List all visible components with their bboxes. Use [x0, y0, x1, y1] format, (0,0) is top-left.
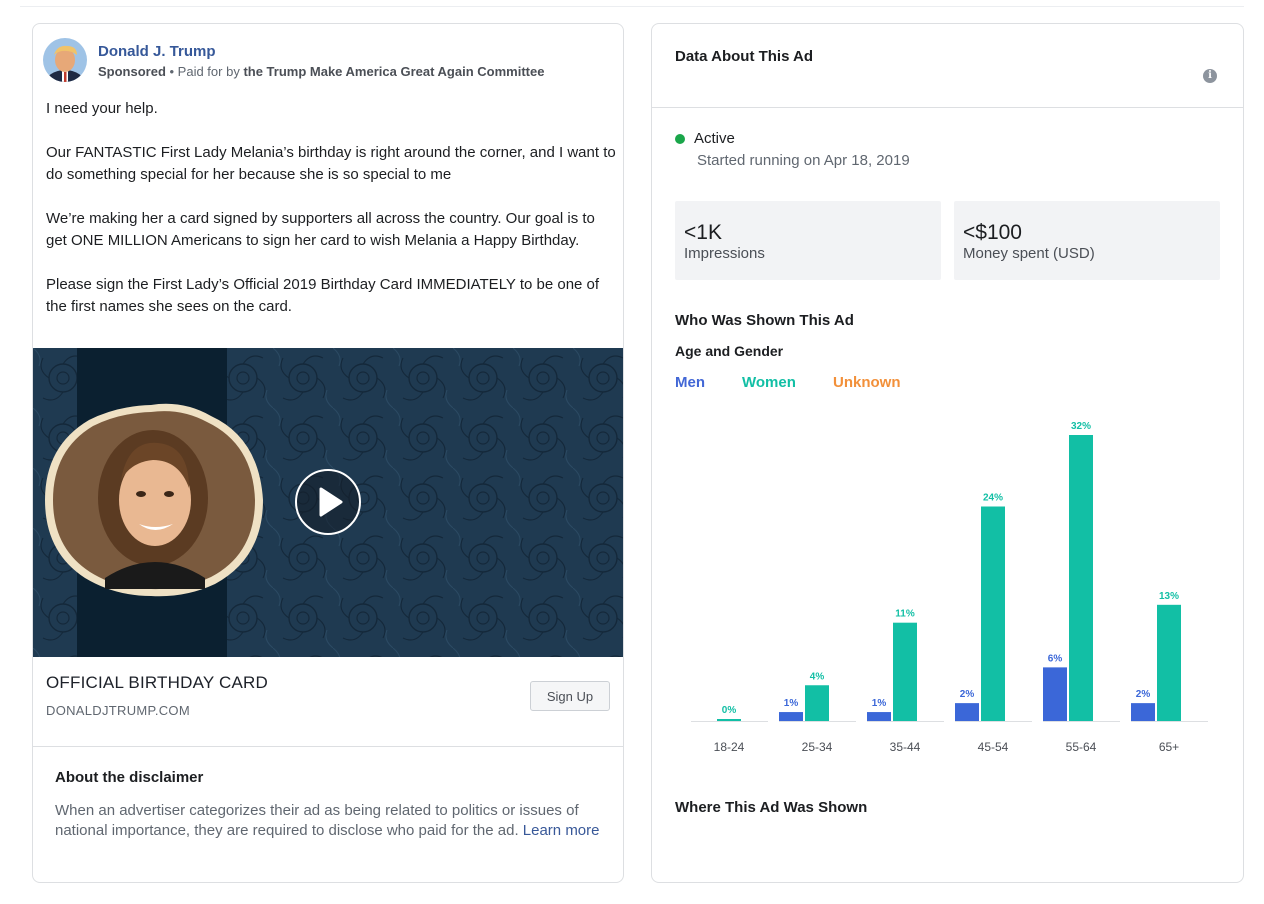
bar-men-25-34 — [779, 712, 803, 721]
x-tick-label: 65+ — [1159, 740, 1179, 754]
play-icon — [319, 487, 343, 517]
spend-label: Money spent (USD) — [963, 245, 1095, 262]
data-label: 32% — [1071, 421, 1091, 432]
impressions-label: Impressions — [684, 245, 765, 262]
ad-paragraph: We’re making her a card signed by suppor… — [46, 210, 595, 249]
ad-link-block[interactable]: OFFICIAL BIRTHDAY CARD DONALDJTRUMP.COM … — [33, 657, 623, 747]
ad-header: Donald J. Trump Sponsored • Paid for by … — [43, 38, 615, 86]
learn-more-link[interactable]: Learn more — [523, 822, 600, 839]
data-header: Data About This Ad i — [652, 24, 1243, 108]
bar-women-45-54 — [981, 506, 1005, 721]
data-title: Data About This Ad — [675, 48, 814, 65]
data-label: 13% — [1159, 591, 1179, 602]
x-tick-label: 25-34 — [802, 740, 833, 754]
legend-unknown[interactable]: Unknown — [833, 374, 901, 391]
data-label: 4% — [810, 671, 825, 682]
legend-women[interactable]: Women — [742, 374, 796, 391]
advertiser-avatar[interactable] — [43, 38, 87, 82]
ad-paragraph: Please sign the First Lady’s Official 20… — [46, 276, 600, 315]
play-button[interactable] — [295, 469, 361, 535]
ad-video[interactable] — [33, 348, 623, 657]
ad-preview-card: Donald J. Trump Sponsored • Paid for by … — [32, 23, 624, 883]
info-icon[interactable]: i — [1203, 69, 1217, 83]
paid-for-by: the Trump Make America Great Again Commi… — [243, 64, 545, 79]
disclaimer-body: When an advertiser categorizes their ad … — [55, 802, 579, 839]
bar-women-18-24 — [717, 719, 741, 721]
impressions-stat: <1K Impressions — [675, 201, 941, 280]
bar-men-65+ — [1131, 703, 1155, 721]
advertiser-name[interactable]: Donald J. Trump — [98, 43, 216, 60]
bar-women-55-64 — [1069, 435, 1093, 721]
data-label: 6% — [1048, 653, 1063, 664]
data-label: 1% — [872, 698, 887, 709]
sponsored-line: Sponsored • Paid for by the Trump Make A… — [98, 64, 544, 79]
data-label: 2% — [1136, 689, 1151, 700]
bar-men-35-44 — [867, 712, 891, 721]
link-title[interactable]: OFFICIAL BIRTHDAY CARD — [46, 673, 268, 693]
data-label: 24% — [983, 493, 1003, 504]
age-gender-chart: 0% 18-24 1% 4% 25-34 1% 11% 35-44 2% 24% 45-54 6% 32… — [691, 421, 1208, 754]
bar-women-25-34 — [805, 685, 829, 721]
bar-women-35-44 — [893, 622, 917, 721]
disclaimer-text: When an advertiser categorizes their ad … — [55, 801, 605, 841]
ad-paragraph: Our FANTASTIC First Lady Melania’s birth… — [46, 144, 616, 183]
status-dot-icon — [675, 134, 685, 144]
ad-data-card: Data About This Ad i Active Started runn… — [651, 23, 1244, 883]
who-shown-title: Who Was Shown This Ad — [675, 312, 854, 329]
age-gender-title: Age and Gender — [675, 343, 784, 359]
ad-body-text: I need your help. Our FANTASTIC First La… — [46, 98, 618, 340]
status-text: Active — [694, 130, 735, 147]
spend-value: <$100 — [963, 221, 1022, 244]
paid-for-prefix: • Paid for by — [165, 64, 244, 79]
data-label: 2% — [960, 689, 975, 700]
data-label: 0% — [722, 705, 737, 716]
spend-stat: <$100 Money spent (USD) — [954, 201, 1220, 280]
bar-men-45-54 — [955, 703, 979, 721]
bar-men-55-64 — [1043, 667, 1067, 721]
data-label: 1% — [784, 698, 799, 709]
started-running-text: Started running on Apr 18, 2019 — [697, 152, 910, 169]
link-domain: DONALDJTRUMP.COM — [46, 703, 190, 718]
x-tick-label: 45-54 — [978, 740, 1009, 754]
sponsored-label: Sponsored — [98, 64, 166, 79]
where-shown-title: Where This Ad Was Shown — [675, 799, 868, 816]
top-divider — [20, 6, 1244, 7]
data-label: 11% — [895, 609, 915, 620]
sign-up-button[interactable]: Sign Up — [530, 681, 610, 711]
impressions-value: <1K — [684, 221, 722, 244]
x-tick-label: 35-44 — [890, 740, 921, 754]
ad-paragraph: I need your help. — [46, 100, 158, 117]
disclaimer-title: About the disclaimer — [55, 769, 204, 786]
bar-women-65+ — [1157, 604, 1181, 721]
x-tick-label: 18-24 — [714, 740, 745, 754]
legend-men[interactable]: Men — [675, 374, 705, 391]
x-tick-label: 55-64 — [1066, 740, 1097, 754]
